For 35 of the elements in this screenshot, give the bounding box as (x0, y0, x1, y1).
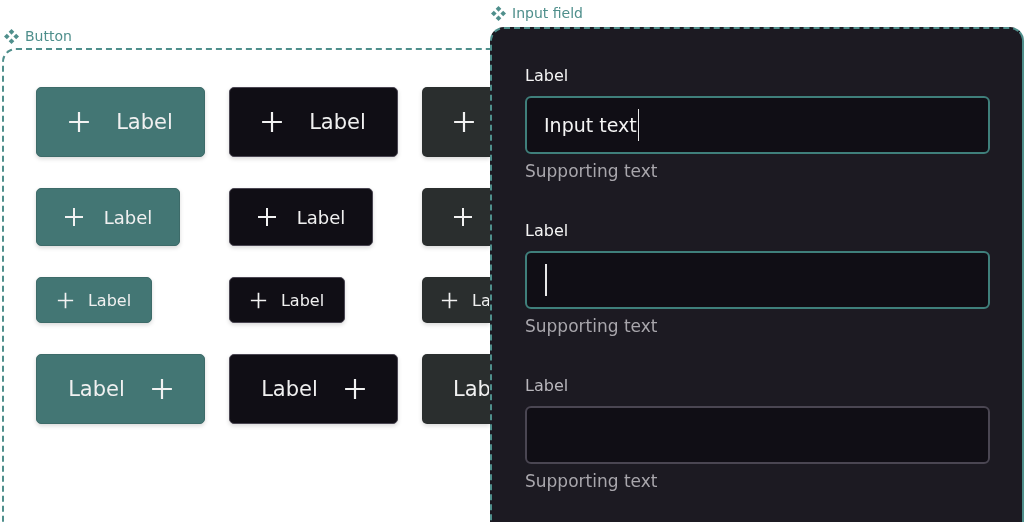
plus-icon (68, 111, 91, 133)
supporting-text: Supporting text (525, 316, 659, 336)
section-title-text: Button (25, 28, 72, 44)
plus-icon (63, 207, 84, 227)
add-button[interactable]: Label (36, 87, 205, 157)
plus-icon (150, 378, 173, 400)
supporting-text: Supporting text (525, 471, 659, 491)
field-label: Label (525, 376, 570, 396)
add-button[interactable]: Label (36, 354, 205, 424)
plus-icon (453, 111, 475, 133)
plus-icon (441, 291, 458, 309)
add-button[interactable]: Label (229, 87, 398, 157)
supporting-text: Supporting text (525, 161, 659, 181)
plus-icon (249, 291, 267, 309)
field-label: Label (525, 221, 570, 241)
add-button[interactable]: Label (229, 277, 345, 323)
section-title-text: Input field (512, 5, 583, 21)
input-field[interactable]: Input text (525, 96, 990, 154)
add-button[interactable]: Label (229, 188, 373, 246)
add-button[interactable]: Label (36, 188, 180, 246)
input-field[interactable] (525, 406, 990, 464)
plus-icon (343, 378, 366, 400)
component-icon (491, 5, 506, 21)
add-button[interactable] (422, 188, 490, 246)
plus-icon (256, 207, 277, 227)
add-button[interactable]: Label (229, 354, 398, 424)
field-label: Label (525, 66, 570, 86)
component-icon (4, 28, 19, 44)
add-button[interactable]: Label (36, 277, 152, 323)
plus-icon (261, 111, 284, 133)
input-field[interactable] (525, 251, 990, 309)
plus-icon (56, 291, 74, 309)
add-button[interactable]: La (422, 277, 490, 323)
plus-icon (453, 207, 473, 227)
add-button[interactable]: Lab (422, 354, 490, 424)
